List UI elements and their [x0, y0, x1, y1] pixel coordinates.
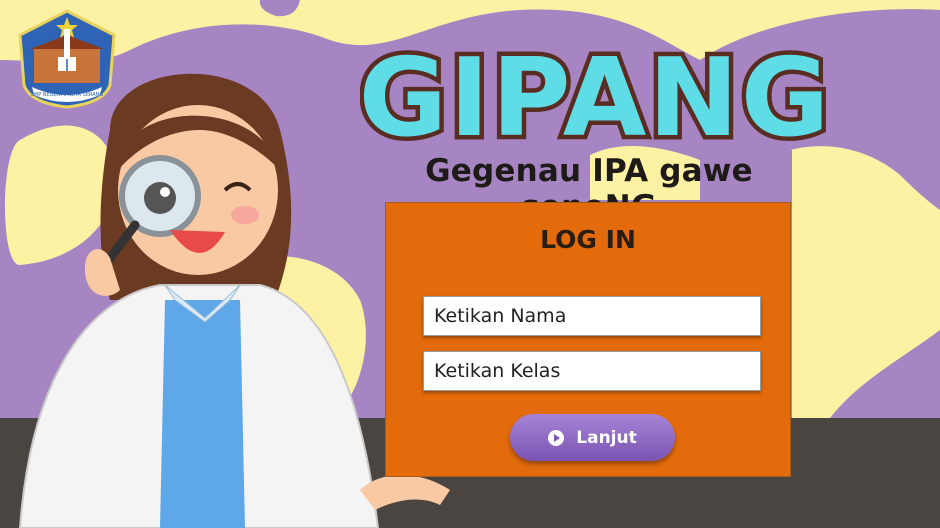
play-circle-icon — [548, 429, 565, 446]
name-field[interactable] — [423, 296, 761, 336]
continue-button-label: Lanjut — [576, 427, 637, 448]
class-input[interactable] — [424, 352, 760, 390]
name-input[interactable] — [424, 297, 760, 335]
login-panel: LOG IN Lanjut — [385, 202, 791, 477]
app-title-text: GIPANG — [360, 36, 830, 155]
app-title: GIPANG — [360, 35, 830, 155]
continue-button[interactable]: Lanjut — [510, 414, 675, 461]
login-heading: LOG IN — [540, 225, 636, 254]
class-field[interactable] — [423, 351, 761, 391]
